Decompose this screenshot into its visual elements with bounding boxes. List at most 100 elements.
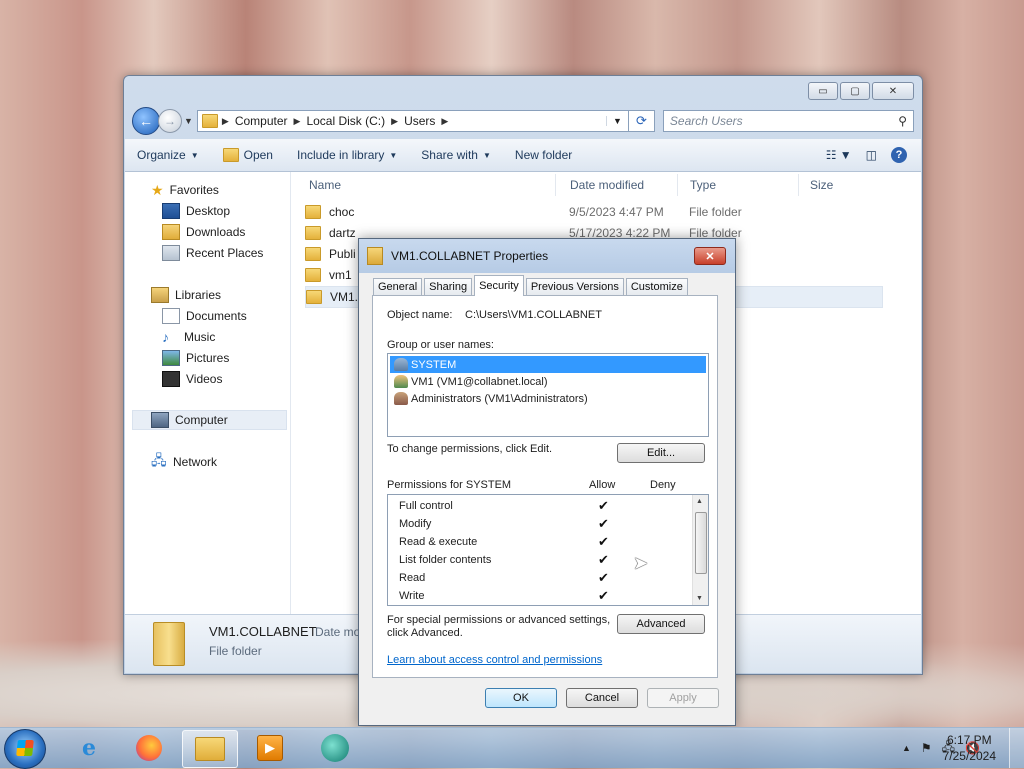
breadcrumb-chevron-icon[interactable]: ▶ (294, 116, 301, 127)
chevron-down-icon: ▼ (389, 150, 398, 160)
file-row[interactable]: choc 9/5/2023 4:47 PM File folder (305, 202, 883, 222)
taskbar-app[interactable] (308, 730, 362, 766)
preview-pane-icon[interactable]: ◫ (866, 148, 877, 162)
tab-security[interactable]: Security (474, 275, 524, 296)
permission-row: Write ✔ (388, 587, 692, 605)
breadcrumb-chevron-icon[interactable]: ▶ (441, 116, 448, 127)
network-icon: 🖧 (151, 452, 167, 468)
permission-name: Modify (399, 518, 432, 530)
scroll-up-icon[interactable]: ▲ (696, 498, 703, 505)
forward-button[interactable]: → (158, 109, 182, 133)
media-player-icon: ▶ (257, 735, 283, 761)
cancel-button[interactable]: Cancel (566, 688, 638, 708)
nav-recent-places[interactable]: Recent Places (162, 243, 263, 263)
start-button[interactable] (4, 729, 46, 769)
user-icon (394, 375, 408, 388)
address-bar[interactable]: ▶ Computer ▶ Local Disk (C:) ▶ Users ▶ ▼ (196, 110, 629, 132)
allow-check-icon: ✔ (598, 498, 609, 513)
scroll-down-icon[interactable]: ▼ (696, 595, 703, 602)
allow-check-icon: ✔ (598, 516, 609, 531)
clock[interactable]: 6:17 PM 7/25/2024 (943, 732, 996, 764)
locked-folder-icon (367, 247, 383, 265)
nav-network-label: Network (173, 455, 218, 469)
address-dropdown-icon[interactable]: ▼ (606, 116, 628, 126)
nav-network[interactable]: 🖧 Network (151, 452, 217, 472)
column-divider[interactable] (798, 174, 799, 196)
nav-desktop[interactable]: Desktop (162, 201, 230, 221)
search-icon[interactable]: ⚲ (898, 114, 907, 128)
user-list-item[interactable]: Administrators (VM1\Administrators) (390, 390, 706, 407)
tab-sharing[interactable]: Sharing (424, 278, 473, 295)
dialog-close-button[interactable]: ✕ (694, 247, 726, 265)
nav-libraries[interactable]: Libraries (151, 285, 221, 305)
maximize-button[interactable]: ▢ (840, 82, 870, 100)
help-icon[interactable]: ? (891, 147, 907, 163)
nav-pictures[interactable]: Pictures (162, 348, 229, 368)
details-type: File folder (209, 644, 262, 658)
refresh-button[interactable]: ⟳ (628, 110, 655, 132)
dialog-title-bar[interactable]: VM1.COLLABNET Properties ✕ (359, 239, 735, 273)
folder-icon (305, 268, 321, 282)
taskbar-media-player[interactable]: ▶ (243, 730, 297, 766)
tab-customize[interactable]: Customize (625, 278, 688, 295)
breadcrumb-local-disk[interactable]: Local Disk (C:) (306, 114, 385, 128)
details-name: VM1.COLLABNET (209, 624, 317, 639)
permissions-list[interactable]: Full control ✔ Modify ✔ Read & execute ✔ Li… (387, 494, 709, 606)
ok-button[interactable]: OK (485, 688, 557, 708)
permissions-scrollbar[interactable]: ▲ ▼ (692, 495, 708, 605)
open-button[interactable]: Open (211, 148, 285, 162)
show-desktop-button[interactable] (1009, 728, 1024, 768)
allow-check-icon: ✔ (598, 570, 609, 585)
taskbar-explorer[interactable] (182, 730, 238, 768)
advanced-button[interactable]: Advanced (617, 614, 705, 634)
breadcrumb-chevron-icon[interactable]: ▶ (222, 116, 229, 127)
learn-access-control-link[interactable]: Learn about access control and permissio… (387, 654, 602, 666)
column-size[interactable]: Size (810, 172, 833, 198)
close-button[interactable]: ✕ (872, 82, 914, 100)
recent-pages-dropdown[interactable]: ▼ (184, 116, 193, 126)
properties-dialog: VM1.COLLABNET Properties ✕ General Shari… (358, 238, 736, 726)
nav-music[interactable]: ♪ Music (162, 327, 215, 347)
search-placeholder: Search Users (669, 114, 743, 128)
breadcrumb-chevron-icon[interactable]: ▶ (391, 116, 398, 127)
taskbar-firefox[interactable] (122, 730, 176, 766)
tab-general[interactable]: General (373, 278, 423, 295)
column-date-modified[interactable]: Date modified (570, 172, 644, 198)
user-list-item[interactable]: VM1 (VM1@collabnet.local) (390, 373, 706, 390)
action-center-flag-icon[interactable]: ⚑ (921, 741, 932, 755)
nav-videos[interactable]: Videos (162, 369, 222, 389)
breadcrumb-computer[interactable]: Computer (235, 114, 288, 128)
refresh-icon: ⟳ (635, 113, 647, 128)
taskbar-internet-explorer[interactable]: e (62, 730, 116, 766)
nav-favorites[interactable]: ★ Favorites (151, 180, 219, 200)
view-options-icon[interactable]: ☷ ▼ (826, 148, 852, 162)
view-controls: ☷ ▼ ◫ ? (826, 147, 921, 163)
back-button[interactable]: ← (132, 107, 160, 135)
user-list[interactable]: SYSTEM VM1 (VM1@collabnet.local) Adminis… (387, 353, 709, 437)
scrollbar-thumb[interactable] (695, 512, 707, 574)
column-divider[interactable] (555, 174, 556, 196)
user-list-item[interactable]: SYSTEM (390, 356, 706, 373)
nav-computer[interactable]: Computer (132, 410, 287, 430)
share-with-button[interactable]: Share with ▼ (409, 148, 503, 162)
star-icon: ★ (151, 181, 164, 198)
permission-name: Write (399, 590, 425, 602)
tab-previous-versions[interactable]: Previous Versions (525, 278, 624, 295)
nav-downloads[interactable]: Downloads (162, 222, 245, 242)
include-in-library-button[interactable]: Include in library ▼ (285, 148, 409, 162)
organize-button[interactable]: Organize ▼ (125, 148, 211, 162)
search-input[interactable]: Search Users ⚲ (662, 110, 914, 132)
object-name-label: Object name: (387, 309, 453, 321)
minimize-button[interactable]: ▭ (808, 82, 838, 100)
new-folder-button[interactable]: New folder (503, 148, 584, 162)
edit-button[interactable]: Edit... (617, 443, 705, 463)
nav-documents[interactable]: Documents (162, 306, 247, 326)
users-icon (394, 358, 408, 371)
column-type[interactable]: Type (690, 172, 716, 198)
column-divider[interactable] (677, 174, 678, 196)
column-name[interactable]: Name (309, 172, 341, 198)
show-hidden-icons-button[interactable]: ▲ (902, 743, 911, 753)
apply-button[interactable]: Apply (647, 688, 719, 708)
breadcrumb-users[interactable]: Users (404, 114, 435, 128)
clock-time: 6:17 PM (946, 733, 992, 747)
